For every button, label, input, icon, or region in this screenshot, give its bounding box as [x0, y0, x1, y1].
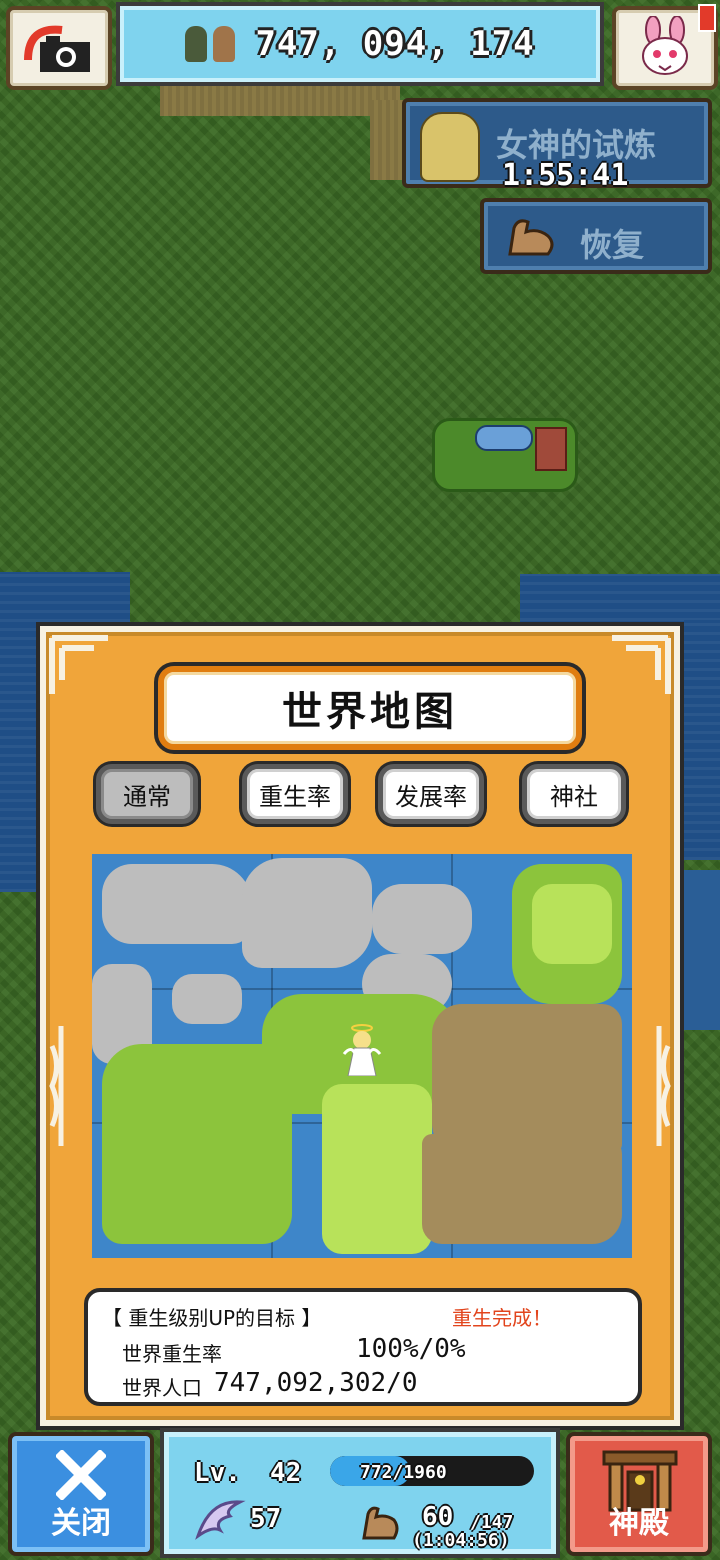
- world-map-title-box: 世界地图: [158, 666, 582, 750]
- world-map-panel: 世界地图 通常 重生率 发展率 神社 【 重生级别UP的目标 】 重生完成！ 世…: [36, 622, 684, 1430]
- tab-rebirth-rate[interactable]: 重生率: [242, 764, 348, 824]
- population-value: 747, 094, 174: [255, 24, 535, 64]
- goddess-marker-icon: [342, 1024, 382, 1076]
- goddess-trial-button[interactable]: 女神的试炼 1:55:41: [402, 98, 712, 193]
- mascot-button[interactable]: [612, 4, 718, 90]
- ornament-side-icon: [656, 1026, 671, 1146]
- ornament-corner-icon: [49, 635, 108, 694]
- player-status-panel: Lv. 42 772/1960 57 60 /147 (1:04:56): [160, 1428, 560, 1558]
- wing-icon: [195, 1500, 246, 1540]
- power-count: 60: [422, 1502, 454, 1532]
- tab-shrine[interactable]: 神社: [522, 764, 626, 824]
- close-label: 关闭: [51, 1506, 111, 1541]
- world-map-title: 世界地图: [282, 689, 458, 735]
- camera-button[interactable]: [6, 6, 112, 90]
- ornament-corner-icon: [612, 635, 671, 694]
- village-sprite[interactable]: [432, 418, 578, 492]
- level-value: 42: [270, 1458, 302, 1488]
- close-icon: [56, 1450, 106, 1500]
- goddess-portrait-icon: [420, 112, 480, 182]
- rabbit-mascot-icon: [642, 16, 688, 75]
- tab-normal[interactable]: 通常: [96, 764, 198, 824]
- tab-development-rate[interactable]: 发展率: [378, 764, 484, 824]
- world-map-image[interactable]: [92, 854, 632, 1258]
- flexed-arm-icon: [508, 219, 554, 256]
- trial-timer: 1:55:41: [502, 158, 629, 193]
- wing-count: 57: [250, 1504, 282, 1534]
- world-rebirth-label: 世界重生率: [122, 1342, 222, 1366]
- recover-label: 恢复: [580, 226, 645, 264]
- world-rebirth-value: 100%/0%: [356, 1334, 466, 1364]
- villagers-icon: [185, 26, 236, 62]
- power-timer: (1:04:56): [412, 1530, 510, 1551]
- goal-heading: 【 重生级别UP的目标 】: [102, 1306, 322, 1330]
- goal-status: 重生完成！: [452, 1306, 552, 1330]
- recover-button[interactable]: 恢复: [480, 198, 712, 274]
- rebirth-goal-box: 【 重生级别UP的目标 】 重生完成！ 世界重生率 100%/0% 世界人口 7…: [84, 1288, 642, 1406]
- ornament-side-icon: [49, 1026, 64, 1146]
- close-button[interactable]: 关闭: [8, 1432, 154, 1556]
- flexed-arm-icon: [362, 1506, 399, 1540]
- level-label: Lv.: [194, 1458, 241, 1488]
- world-population-label: 世界人口: [122, 1376, 202, 1400]
- population-counter: 747, 094, 174: [116, 2, 604, 86]
- notification-badge: [698, 4, 716, 32]
- temple-button[interactable]: 神殿: [566, 1432, 712, 1556]
- exp-text: 772/1960: [360, 1462, 447, 1483]
- world-population-value: 747,092,302/0: [214, 1368, 418, 1398]
- temple-label: 神殿: [609, 1506, 669, 1541]
- camera-icon: [24, 25, 90, 72]
